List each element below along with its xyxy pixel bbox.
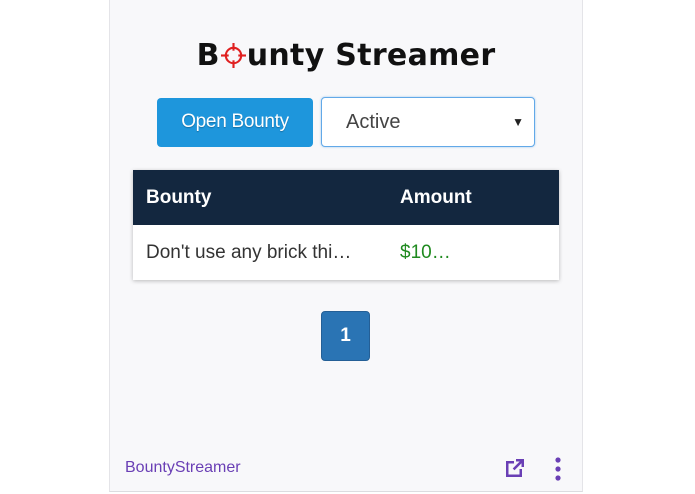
table-row[interactable]: Don't use any brick thi… $10… bbox=[133, 225, 559, 280]
crosshair-icon bbox=[220, 43, 246, 68]
column-header-amount: Amount bbox=[400, 186, 472, 208]
column-header-bounty: Bounty bbox=[146, 186, 212, 208]
logo-prefix: B bbox=[196, 38, 220, 73]
kebab-menu-icon[interactable] bbox=[551, 456, 565, 482]
bounty-streamer-logo: B unty Streamer bbox=[110, 38, 582, 73]
logo-suffix: unty Streamer bbox=[246, 38, 496, 73]
status-select-value: Active bbox=[346, 111, 401, 133]
bounty-cell: Don't use any brick thi… bbox=[146, 241, 352, 263]
controls-row: Open Bounty Active ▼ bbox=[157, 97, 535, 147]
caret-down-icon: ▼ bbox=[512, 115, 524, 129]
page-button-1[interactable]: 1 bbox=[321, 311, 370, 361]
extension-name-link[interactable]: BountyStreamer bbox=[125, 459, 241, 477]
table-header: Bounty Amount bbox=[133, 170, 559, 225]
extension-panel: B unty Streamer Open Bounty Active ▼ Bou… bbox=[109, 0, 583, 492]
amount-cell: $10… bbox=[400, 241, 451, 263]
status-select[interactable]: Active ▼ bbox=[321, 97, 535, 147]
popout-icon[interactable] bbox=[503, 456, 527, 480]
bounty-table: Bounty Amount Don't use any brick thi… $… bbox=[133, 170, 559, 280]
open-bounty-button[interactable]: Open Bounty bbox=[157, 97, 313, 147]
